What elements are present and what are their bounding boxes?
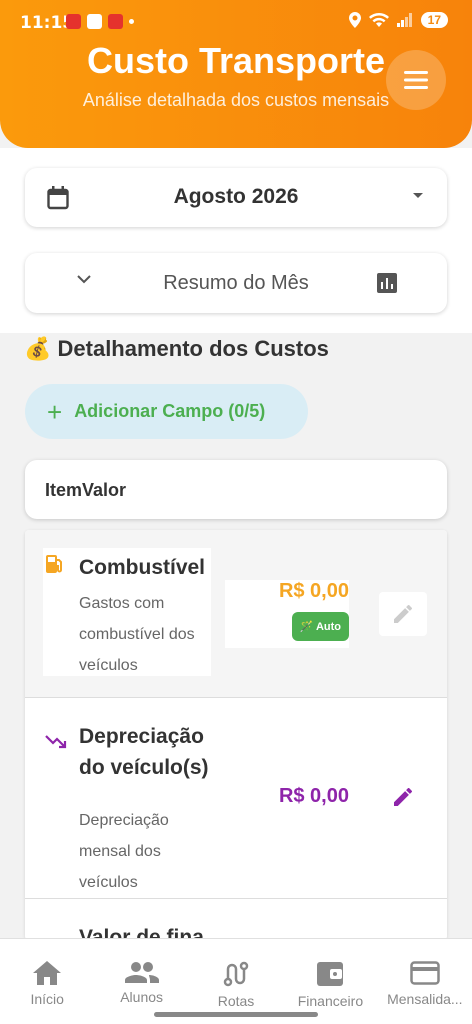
notification-video-icon [108, 14, 123, 29]
item-value-block: R$ 0,00 [225, 785, 349, 808]
table-header-label: ItemValor [45, 480, 127, 500]
menu-button[interactable] [386, 50, 446, 110]
auto-badge-label: Auto [315, 621, 341, 633]
auto-badge: 🪄 Auto [291, 612, 349, 641]
status-right: 17 [348, 12, 448, 28]
item-value: R$ 0,00 [278, 785, 349, 807]
status-notification-icons [66, 14, 134, 29]
card-icon [410, 961, 440, 985]
item-name-block: Valor de fina [43, 918, 211, 940]
route-icon [223, 961, 249, 987]
signal-icon [396, 13, 412, 27]
nav-item-mensalidades[interactable]: Mensalida... [378, 939, 472, 1024]
item-name: Depreciação do veículo(s) [79, 725, 209, 779]
dropdown-arrow-icon [413, 193, 423, 198]
item-name: Combustível [79, 556, 206, 579]
edit-button[interactable] [379, 592, 427, 636]
wifi-icon [368, 12, 389, 27]
fuel-icon [46, 555, 62, 573]
item-description: Depreciação mensal dos veículos [79, 812, 169, 891]
month-selector[interactable]: Agosto 2026 [25, 168, 447, 227]
location-icon [348, 12, 361, 28]
month-value: Agosto 2026 [173, 185, 299, 208]
list-item: Combustível Gastos com combustível dos v… [25, 530, 447, 698]
nav-item-inicio[interactable]: Início [0, 939, 94, 1024]
edit-icon [394, 788, 412, 806]
edit-icon [394, 605, 412, 623]
item-value: R$ 0,00 [278, 580, 349, 602]
header: 11:15 17 Custo Transporte Análise detalh… [0, 0, 472, 148]
add-icon: + [47, 396, 63, 427]
add-field-button[interactable]: + Adicionar Campo (0/5) [25, 384, 308, 439]
nav-label: Início [30, 991, 64, 1007]
table-header: ItemValor [25, 460, 447, 519]
nav-label: Financeiro [297, 993, 364, 1009]
home-icon [33, 961, 62, 985]
item-name-block: Combustível Gastos com combustível dos v… [43, 548, 211, 676]
list-item: Valor de fina [25, 900, 447, 940]
gesture-bar [154, 1012, 318, 1017]
list-item: Depreciação do veículo(s) Depreciação me… [25, 699, 447, 899]
item-description: Gastos com combustível dos veículos [79, 595, 195, 674]
edit-button[interactable] [379, 775, 427, 819]
cost-list: Combustível Gastos com combustível dos v… [25, 530, 447, 940]
hamburger-menu-icon [404, 71, 428, 89]
notification-dot-icon [129, 19, 134, 24]
notification-app-icon [66, 14, 81, 29]
nav-label: Alunos [120, 989, 164, 1005]
section-title: 💰 Detalhamento dos Custos [24, 336, 329, 361]
battery-indicator: 17 [420, 12, 448, 28]
nav-label: Rotas [217, 993, 255, 1009]
nav-label: Mensalida... [387, 991, 463, 1007]
item-value-block: R$ 0,00 🪄 Auto [225, 580, 349, 648]
trending-down-icon [45, 735, 67, 749]
summary-toggle[interactable]: Resumo do Mês [25, 253, 447, 313]
notification-robot-icon [87, 14, 102, 29]
bar-chart-icon [377, 273, 397, 293]
people-icon [124, 962, 159, 983]
add-field-label: Adicionar Campo (0/5) [74, 401, 266, 421]
wallet-icon [317, 962, 344, 986]
